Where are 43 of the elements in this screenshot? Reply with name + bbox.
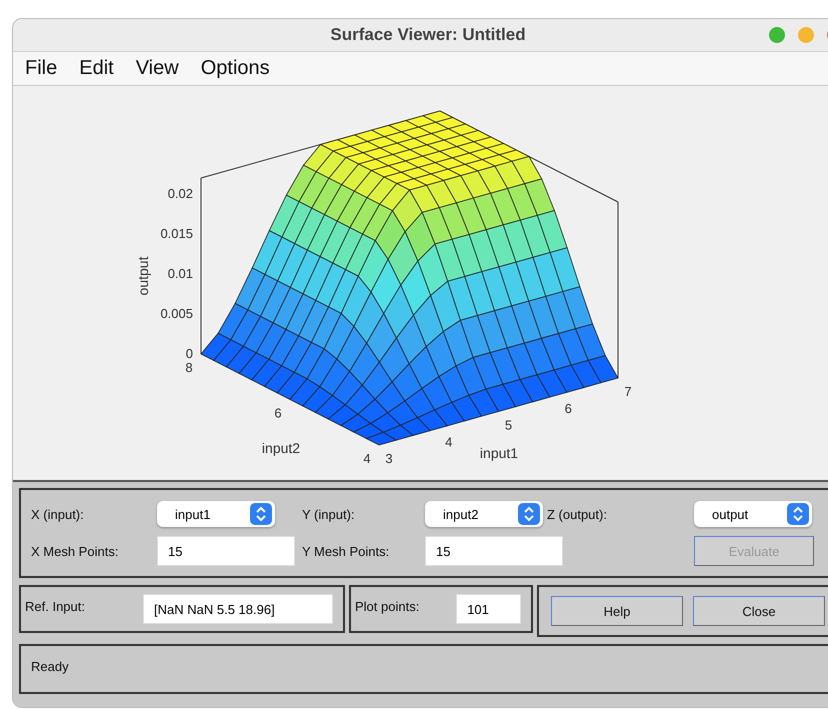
menu-item[interactable]: View [136,57,179,80]
chevron-icon [787,503,809,525]
field-label: X Mesh Points: [31,544,120,558]
axis-tick-label: 8 [185,360,193,375]
dialog-button[interactable]: Help [551,596,683,626]
axis-tick-label: 0.015 [160,226,193,241]
menu-item[interactable]: Options [200,57,270,80]
minimize-button[interactable] [798,27,814,43]
menu-item[interactable]: File [25,57,58,80]
input-field[interactable]: 15 [425,536,563,566]
field-label: Plot points: [355,599,420,614]
maximize-button[interactable] [769,27,785,43]
axis-tick-label: 5 [504,418,512,432]
dropdown[interactable]: input2 [425,501,543,527]
chevron-icon [250,503,272,525]
field-label: Y (input): [302,506,356,522]
axis-tick-label: 7 [624,384,632,399]
axis-label: input2 [262,440,300,456]
input-field[interactable]: 15 [157,536,295,566]
axis-label: input1 [480,445,518,461]
window-title: Surface Viewer: Untitled [330,25,526,45]
axis-tick-label: 3 [385,451,393,466]
axis-tick-label: 0.02 [168,186,193,201]
input-field[interactable]: 101 [456,594,521,624]
axis-tick-label: 4 [363,451,371,466]
axis-tick-label: 0.01 [168,266,193,281]
dropdown[interactable]: input1 [157,501,275,527]
chevron-icon [518,503,540,525]
field-label: Y Mesh Points: [302,544,390,558]
dialog-button[interactable]: Close [693,596,825,626]
field-label: Ref. Input: [25,599,86,614]
axis-tick-label: 6 [564,400,572,416]
axis-tick-label: 6 [274,406,282,420]
axis-tick-label: 0 [186,346,193,361]
axis-label: output [135,256,151,296]
field-label: Z (output): [547,506,608,522]
axis-tick-label: 0.005 [160,306,193,321]
menu-item[interactable]: Edit [79,57,114,80]
input-field[interactable]: [NaN NaN 5.5 18.96] [143,594,333,624]
dropdown[interactable]: output [694,501,812,527]
status-text: Ready [31,659,69,674]
axis-tick-label: 4 [445,434,452,450]
field-label: X (input): [31,506,85,522]
